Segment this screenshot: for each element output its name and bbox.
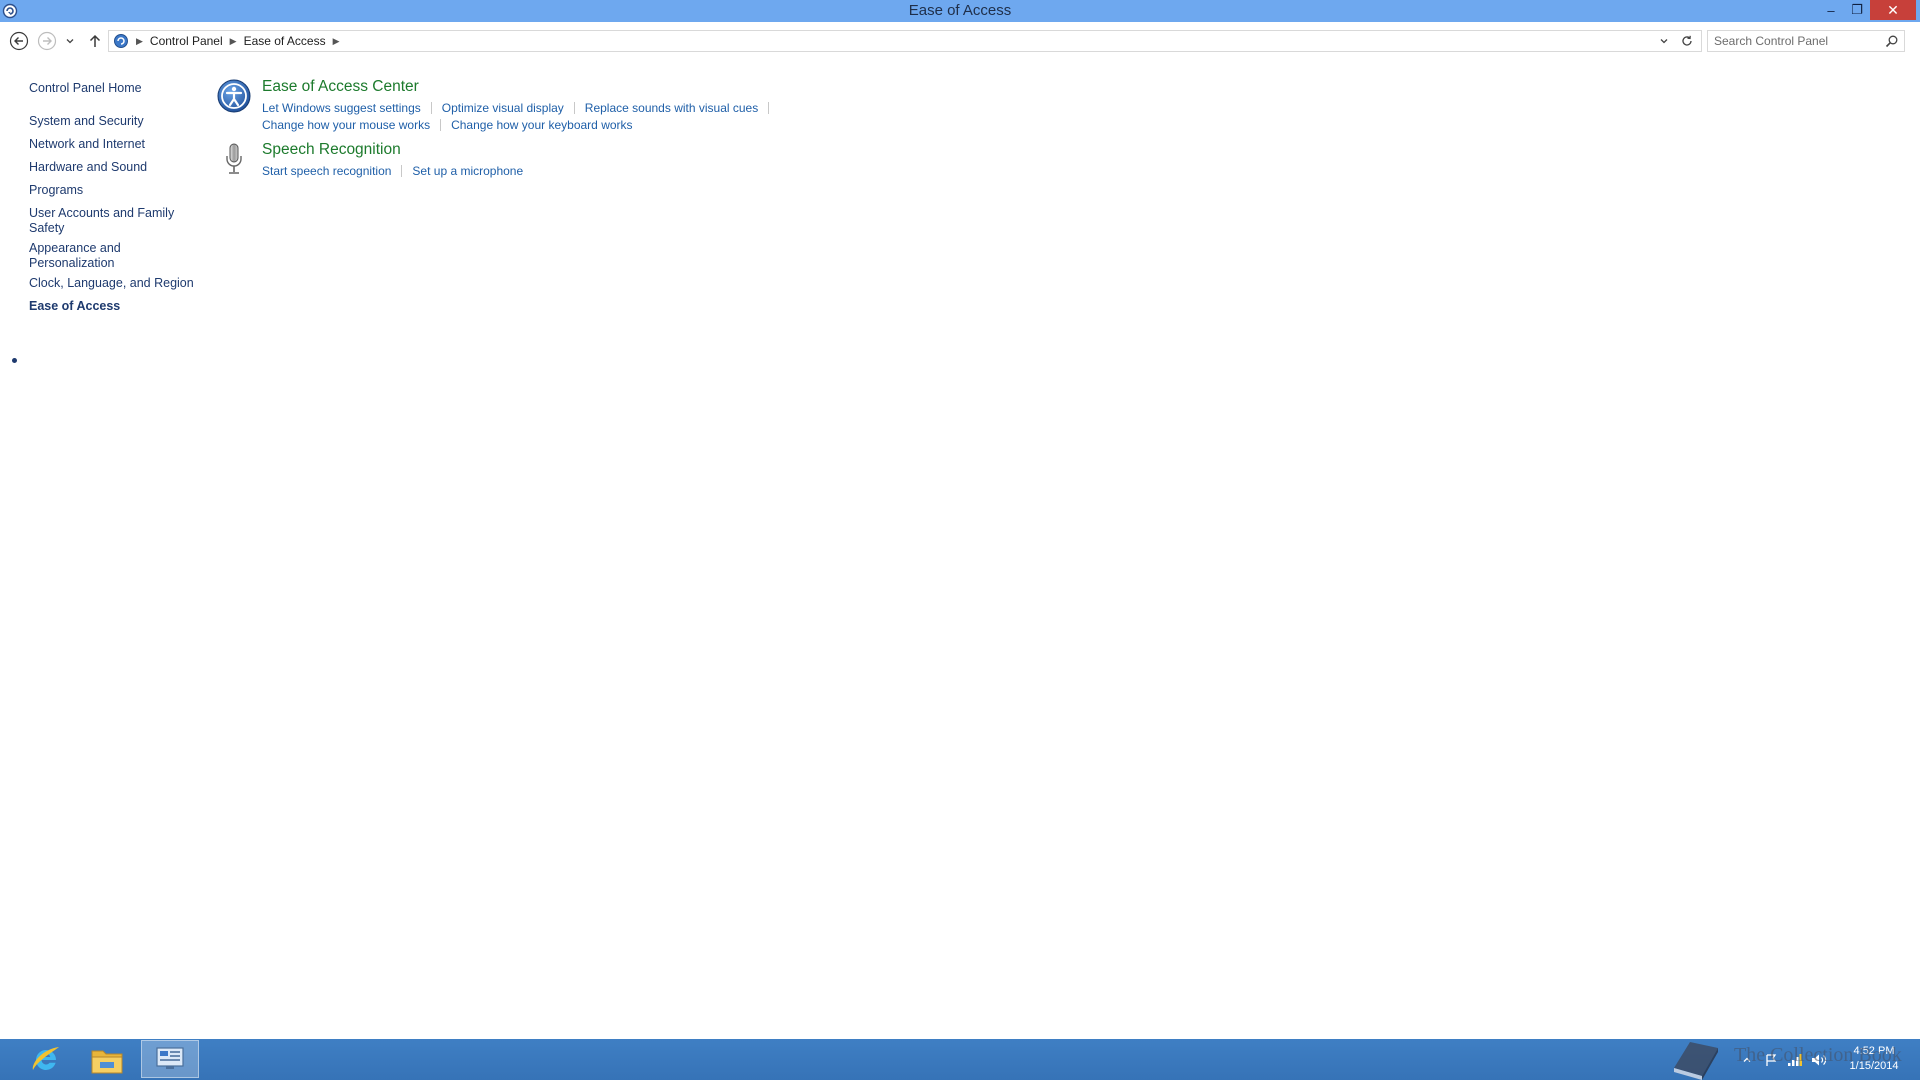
nav-hardware-and-sound[interactable]: Hardware and Sound <box>29 160 199 175</box>
start-speech-recognition-link[interactable]: Start speech recognition <box>262 164 391 178</box>
link-divider <box>430 102 432 114</box>
network-status-button[interactable] <box>1786 1051 1804 1069</box>
volume-button[interactable] <box>1810 1051 1828 1069</box>
chevron-up-icon <box>1743 1057 1751 1062</box>
link-divider <box>440 119 442 131</box>
refresh-button[interactable] <box>1679 34 1695 48</box>
file-explorer-icon <box>91 1050 123 1073</box>
taskbar-internet-explorer[interactable] <box>18 1039 74 1080</box>
back-button[interactable] <box>8 30 30 52</box>
forward-arrow-icon <box>37 31 57 51</box>
taskbar: 4:52 PM 1/15/2014 <box>0 1039 1920 1080</box>
window-title: Ease of Access <box>908 2 1012 19</box>
nav-clock-language-and-region[interactable]: Clock, Language, and Region <box>29 276 199 291</box>
network-icon <box>1788 1054 1802 1066</box>
breadcrumb-separator-icon[interactable]: ▶ <box>136 36 143 47</box>
taskbar-control-panel[interactable] <box>141 1040 199 1078</box>
search-input[interactable] <box>1708 31 1884 51</box>
nav-appearance-and-personalization[interactable]: Appearance and Personalization <box>29 241 129 271</box>
nav-programs[interactable]: Programs <box>29 183 199 198</box>
up-arrow-icon <box>89 34 101 47</box>
nav-network-and-internet[interactable]: Network and Internet <box>29 137 199 152</box>
breadcrumb-ease-of-access[interactable]: Ease of Access <box>244 34 326 48</box>
search-box[interactable] <box>1707 30 1905 52</box>
link-divider <box>401 165 403 177</box>
navigation-bar: ▶ Control Panel ▶ Ease of Access ▶ <box>0 22 1920 60</box>
nav-user-accounts-and-family-safety[interactable]: User Accounts and Family Safety <box>29 206 179 236</box>
change-how-your-mouse-works-link[interactable]: Change how your mouse works <box>262 118 430 132</box>
breadcrumb-separator-icon[interactable]: ▶ <box>333 36 340 47</box>
control-panel-location-icon <box>114 34 128 48</box>
flag-icon <box>1766 1054 1777 1066</box>
let-windows-suggest-settings-link[interactable]: Let Windows suggest settings <box>262 101 421 115</box>
recent-locations-button[interactable] <box>62 30 78 52</box>
change-how-your-keyboard-works-link[interactable]: Change how your keyboard works <box>451 118 632 132</box>
clock-time: 4:52 PM <box>1853 1045 1895 1057</box>
speech-recognition-link[interactable]: Speech Recognition <box>262 141 401 159</box>
taskbar-clock[interactable]: 4:52 PM 1/15/2014 <box>1832 1044 1916 1074</box>
ease-of-access-icon[interactable] <box>216 78 252 114</box>
optimize-visual-display-link[interactable]: Optimize visual display <box>442 101 564 115</box>
breadcrumb-separator-icon[interactable]: ▶ <box>230 36 237 47</box>
maximize-button[interactable]: ❐ <box>1844 0 1870 20</box>
nav-control-panel-home[interactable]: Control Panel Home <box>29 81 199 96</box>
show-hidden-icons-button[interactable] <box>1738 1051 1756 1069</box>
microphone-icon[interactable] <box>216 141 252 177</box>
forward-button[interactable] <box>36 30 58 52</box>
action-center-button[interactable] <box>1762 1051 1780 1069</box>
ease-of-access-links-row-1: Let Windows suggest settings Optimize vis… <box>262 101 779 115</box>
breadcrumb-control-panel[interactable]: Control Panel <box>150 34 223 48</box>
ease-of-access-links-row-2: Change how your mouse works Change how yo… <box>262 118 633 132</box>
nav-ease-of-access[interactable]: Ease of Access <box>29 299 199 314</box>
taskbar-file-explorer[interactable] <box>79 1039 135 1080</box>
link-divider <box>573 102 575 114</box>
speaker-icon <box>1812 1054 1827 1066</box>
chevron-down-icon <box>1660 39 1668 44</box>
set-up-a-microphone-link[interactable]: Set up a microphone <box>412 164 523 178</box>
address-bar[interactable]: ▶ Control Panel ▶ Ease of Access ▶ <box>108 30 1702 52</box>
link-divider <box>768 102 770 114</box>
address-history-dropdown[interactable] <box>1657 34 1671 48</box>
nav-system-and-security[interactable]: System and Security <box>29 114 199 129</box>
replace-sounds-with-visual-cues-link[interactable]: Replace sounds with visual cues <box>585 101 758 115</box>
internet-explorer-icon <box>32 1046 59 1070</box>
chevron-down-icon <box>66 39 74 44</box>
title-bar: Ease of Access – ❐ ✕ <box>0 0 1920 22</box>
close-button[interactable]: ✕ <box>1870 0 1916 20</box>
ease-of-access-center-link[interactable]: Ease of Access Center <box>262 78 419 96</box>
minimize-button[interactable]: – <box>1818 0 1844 20</box>
control-panel-icon <box>156 1047 184 1069</box>
speech-recognition-links-row: Start speech recognition Set up a microph… <box>262 164 523 178</box>
refresh-icon <box>1682 35 1692 46</box>
clock-date: 1/15/2014 <box>1849 1060 1899 1072</box>
search-icon[interactable] <box>1885 34 1899 48</box>
current-page-bullet <box>12 358 17 363</box>
up-button[interactable] <box>84 30 106 52</box>
back-arrow-icon <box>9 31 29 51</box>
